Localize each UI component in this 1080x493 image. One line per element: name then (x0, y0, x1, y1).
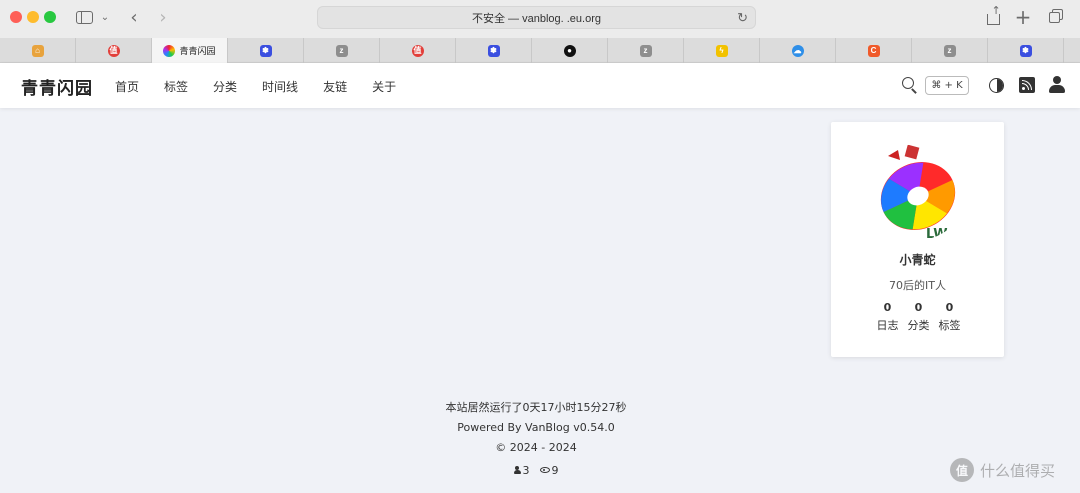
stat-tags[interactable]: 0 标签 (934, 301, 965, 333)
back-arrow-icon[interactable]: ‹ (126, 6, 142, 28)
view-count: 9 (539, 460, 559, 480)
watermark: 值 什么值得买 (950, 458, 1055, 482)
address-text: 不安全 — vanblog. .eu.org (471, 12, 601, 25)
browser-tab[interactable]: z (304, 38, 380, 63)
stat-posts-label: 日志 (876, 319, 899, 332)
user-icon[interactable] (1049, 76, 1065, 94)
c-icon: C (867, 44, 880, 57)
tab-overview-icon[interactable] (1046, 6, 1064, 28)
svg-text:LW: LW (926, 227, 948, 240)
paw-icon: ✽ (1019, 44, 1032, 57)
visitor-count-value: 3 (522, 463, 530, 477)
minimize-window-button[interactable] (27, 11, 39, 23)
stat-categories-value: 0 (914, 301, 923, 314)
stat-posts[interactable]: 0 日志 (872, 301, 903, 333)
nav-home[interactable]: 首页 (115, 78, 139, 95)
browser-tab[interactable]: ✽ (228, 38, 304, 63)
browser-tab[interactable]: ϟ (684, 38, 760, 63)
site-logo-icon (163, 44, 176, 57)
stat-categories[interactable]: 0 分类 (903, 301, 934, 333)
reload-icon[interactable]: ↻ (737, 10, 748, 26)
browser-tab[interactable]: ✽ (988, 38, 1064, 63)
sidebar-toggle-icon[interactable] (74, 6, 94, 28)
browser-tab[interactable]: 值 (380, 38, 456, 63)
browser-tab[interactable]: C (836, 38, 912, 63)
visitor-icon (513, 465, 521, 475)
site-footer: 本站居然运行了0天17小时15分27秒 Powered By VanBlog v… (396, 400, 676, 480)
browser-tab-active[interactable]: 青青闪园 (152, 38, 228, 63)
watermark-logo-icon: 值 (950, 458, 974, 482)
home-icon: ⌂ (31, 44, 44, 57)
profile-bio: 70后的IT人 (889, 279, 946, 292)
stat-tags-value: 0 (945, 301, 954, 314)
stat-tags-label: 标签 (938, 319, 961, 332)
search-icon[interactable] (902, 77, 918, 94)
browser-tab[interactable]: 值 (76, 38, 152, 63)
visit-counters: 3 9 (396, 460, 676, 480)
browser-tab[interactable]: ☁ (760, 38, 836, 63)
view-count-value: 9 (551, 463, 559, 477)
watermark-text: 什么值得买 (980, 461, 1056, 480)
z-icon: z (943, 44, 956, 57)
smzdm-icon: 值 (411, 44, 424, 57)
rss-icon[interactable] (1019, 77, 1035, 93)
eye-icon (539, 467, 550, 473)
browser-tab[interactable]: ⌂ (0, 38, 76, 63)
share-icon[interactable]: ↑ (984, 5, 1002, 28)
profile-name: 小青蛇 (899, 253, 936, 267)
nav-about[interactable]: 关于 (372, 78, 396, 95)
forward-arrow-icon[interactable]: › (155, 6, 171, 28)
z-icon: z (335, 44, 348, 57)
new-tab-icon[interactable]: + (1014, 5, 1032, 29)
profile-stats: 0 日志 0 分类 0 标签 (872, 301, 965, 333)
nav-timeline[interactable]: 时间线 (262, 78, 298, 95)
site-logo[interactable]: 青青闪园 (21, 74, 93, 99)
profile-card: LW 小青蛇 70后的IT人 0 日志 0 分类 0 标签 (831, 122, 1004, 357)
avatar: LW (870, 144, 966, 240)
address-bar[interactable]: 不安全 — vanblog. .eu.org ↻ (317, 6, 756, 29)
visitor-count: 3 (513, 460, 530, 480)
close-window-button[interactable] (10, 11, 22, 23)
browser-tab[interactable]: ● (532, 38, 608, 63)
nav-links[interactable]: 友链 (323, 78, 347, 95)
smzdm-icon: 值 (107, 44, 120, 57)
uptime-text: 本站居然运行了0天17小时15分27秒 (445, 401, 627, 414)
copyright-text: © 2024 - 2024 (495, 441, 577, 454)
paw-icon: ✽ (259, 44, 272, 57)
browser-tab[interactable]: z (608, 38, 684, 63)
tab-title: 青青闪园 (179, 47, 216, 57)
tab-strip: ⌂ 值 青青闪园 ✽ z 值 ✽ ● z ϟ ☁ C z ✽ (0, 38, 1080, 63)
cloud-icon: ☁ (791, 44, 804, 57)
chevron-down-icon[interactable]: ⌄ (98, 6, 112, 28)
stat-categories-label: 分类 (907, 319, 930, 332)
z-icon: z (639, 44, 652, 57)
site-header: 青青闪园 首页 标签 分类 时间线 友链 关于 ⌘ + K (0, 63, 1080, 108)
bolt-icon: ϟ (715, 44, 728, 57)
search-shortcut-button[interactable]: ⌘ + K (925, 76, 969, 95)
theme-toggle-icon[interactable] (989, 78, 1004, 93)
stat-posts-value: 0 (883, 301, 892, 314)
nav-categories[interactable]: 分类 (213, 78, 237, 95)
main-nav: 首页 标签 分类 时间线 友链 关于 (115, 78, 421, 95)
browser-tab[interactable]: z (912, 38, 988, 63)
nav-tags[interactable]: 标签 (164, 78, 188, 95)
github-icon: ● (563, 44, 576, 57)
browser-tab[interactable]: ✽ (456, 38, 532, 63)
zoom-window-button[interactable] (44, 11, 56, 23)
browser-titlebar: ⌄ ‹ › 不安全 — vanblog. .eu.org ↻ ↑ + (0, 0, 1080, 38)
powered-by-link[interactable]: Powered By VanBlog v0.54.0 (396, 420, 676, 440)
paw-icon: ✽ (487, 44, 500, 57)
